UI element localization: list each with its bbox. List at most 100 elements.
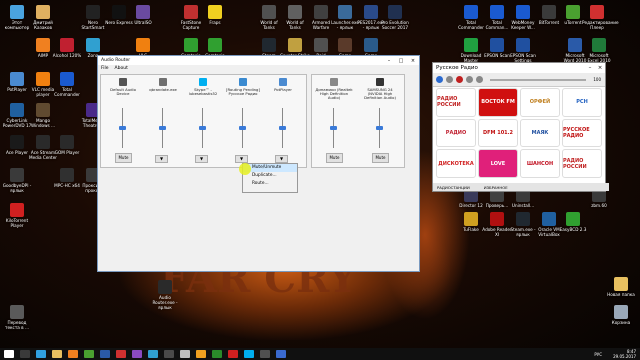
- taskbar-app-icon[interactable]: [164, 350, 174, 358]
- shortcut-label: Uninstall...: [511, 203, 535, 208]
- volume-thumb[interactable]: [330, 126, 337, 130]
- taskbar-app-icon[interactable]: [276, 350, 286, 358]
- menu-item-duplicate[interactable]: Duplicate...: [243, 172, 297, 180]
- station-logo[interactable]: ОРФЕЙ: [520, 88, 560, 117]
- taskbar-app-icon[interactable]: [260, 350, 270, 358]
- desktop-shortcut[interactable]: Новая папка: [606, 277, 636, 297]
- close-icon[interactable]: ×: [595, 65, 605, 71]
- desktop-shortcut[interactable]: Total Commander: [52, 72, 82, 97]
- shortcut-label: Дмитрий Казаков: [33, 20, 53, 30]
- taskbar-app-icon[interactable]: [180, 350, 190, 358]
- desktop-shortcut[interactable]: GoodbyeDPI - ярлык: [2, 168, 32, 193]
- app-icon: [60, 168, 74, 182]
- volume-thumb[interactable]: [279, 126, 286, 130]
- radio-title-bar[interactable]: Русское Радио – ×: [433, 63, 605, 73]
- tab-stations[interactable]: РАДИОСТАНЦИИ: [437, 185, 470, 190]
- volume-thumb[interactable]: [159, 126, 166, 130]
- app-icon: [464, 212, 478, 226]
- desktop-shortcut[interactable]: GOM Player: [52, 135, 82, 155]
- taskbar-app-icon[interactable]: [244, 350, 254, 358]
- app-icon: [36, 135, 50, 149]
- maximize-icon[interactable]: □: [395, 58, 407, 64]
- device-label: Динамики (Realtek High Definition Audio): [315, 87, 353, 101]
- shortcut-label: GOM Player: [54, 150, 80, 155]
- stop-icon[interactable]: [446, 76, 453, 83]
- desktop-shortcut[interactable]: KiloTorrent Player: [2, 203, 32, 228]
- mute-button[interactable]: Mute: [326, 153, 343, 163]
- taskbar-app-icon[interactable]: [148, 350, 158, 358]
- desktop-shortcut[interactable]: Редактирование Плеер: [582, 5, 619, 30]
- taskbar-app-icon[interactable]: [212, 350, 222, 358]
- desktop-shortcut[interactable]: UltraISO: [128, 5, 158, 25]
- taskbar-app-icon[interactable]: [132, 350, 142, 358]
- route-dropdown[interactable]: ▼: [195, 155, 208, 163]
- volume-slider[interactable]: [490, 78, 587, 81]
- taskbar-app-icon[interactable]: [20, 350, 30, 358]
- app-icon: [10, 103, 24, 117]
- taskbar-app-icon[interactable]: [68, 350, 78, 358]
- desktop-shortcut[interactable]: Перевод текста в ...: [2, 305, 32, 330]
- volume-thumb[interactable]: [376, 126, 383, 130]
- taskbar-app-icon[interactable]: [36, 350, 46, 358]
- app-icon: [86, 5, 100, 19]
- desktop-shortcut[interactable]: EPSON Scan Settings: [508, 38, 538, 63]
- station-logo[interactable]: LOVE: [478, 149, 518, 178]
- station-logo[interactable]: РАДИО: [436, 118, 476, 148]
- taskbar-app-icon[interactable]: [4, 350, 14, 358]
- mute-button[interactable]: Mute: [115, 153, 132, 163]
- app-icon: [338, 38, 352, 52]
- station-logo[interactable]: DFM 101.2: [478, 118, 518, 148]
- desktop-shortcut[interactable]: Fraps: [200, 5, 230, 25]
- prev-icon[interactable]: [466, 76, 473, 83]
- station-logo[interactable]: ШАНСОН: [520, 149, 560, 178]
- close-icon[interactable]: ×: [407, 58, 419, 64]
- menu-about[interactable]: About: [115, 66, 128, 71]
- volume-thumb[interactable]: [119, 126, 126, 130]
- volume-thumb[interactable]: [239, 126, 246, 130]
- route-dropdown[interactable]: ▼: [155, 155, 168, 163]
- taskbar-app-icon[interactable]: [52, 350, 62, 358]
- app-icon: [36, 38, 50, 52]
- route-dropdown[interactable]: ▼: [235, 155, 248, 163]
- station-logo[interactable]: ВОСТОК FM: [478, 88, 518, 117]
- taskbar-app-icon[interactable]: [84, 350, 94, 358]
- route-dropdown[interactable]: ▼: [275, 155, 288, 163]
- play-icon[interactable]: [436, 76, 443, 83]
- app-icon: [288, 38, 302, 52]
- minimize-icon[interactable]: –: [383, 58, 395, 64]
- desktop-shortcut[interactable]: Microsoft Excel 2010: [584, 38, 614, 63]
- desktop-shortcut[interactable]: Audio Router.exe - ярлык: [150, 280, 180, 310]
- device-label: PotPlayer: [274, 87, 292, 92]
- volume-thumb[interactable]: [199, 126, 206, 130]
- app-icon: [184, 38, 198, 52]
- clock-date[interactable]: 29.05.2017: [613, 354, 636, 359]
- taskbar-app-icon[interactable]: [196, 350, 206, 358]
- taskbar-app-icon[interactable]: [228, 350, 238, 358]
- system-tray: 8:47 29.05.2017: [613, 349, 636, 359]
- next-icon[interactable]: [476, 76, 483, 83]
- mute-button[interactable]: Mute: [372, 153, 389, 163]
- menu-item-route[interactable]: Route...: [243, 180, 297, 188]
- station-logo[interactable]: РУССКОЕ РАДИО: [562, 118, 602, 148]
- desktop-shortcut[interactable]: Pro Evolution Soccer 2017: [380, 5, 410, 30]
- language-indicator[interactable]: РУС: [594, 352, 602, 357]
- radio-window[interactable]: Русское Радио – × 100 РАДИО РОССИИ ВОСТОК…: [432, 62, 609, 192]
- station-logo[interactable]: МАЯК: [520, 118, 560, 148]
- desktop-shortcut[interactable]: Корзина: [606, 305, 636, 325]
- menu-file[interactable]: File: [101, 66, 109, 71]
- station-logo[interactable]: РАДИО РОССИИ: [562, 149, 602, 178]
- tab-favorites[interactable]: ИЗБРАННОЕ: [484, 185, 508, 190]
- desktop-shortcut[interactable]: Дмитрий Казаков: [28, 5, 58, 30]
- record-icon[interactable]: [456, 76, 463, 83]
- desktop-shortcut[interactable]: Mango Windows ...: [28, 103, 58, 128]
- desktop-shortcut[interactable]: EasyBCD 2.3: [558, 212, 588, 232]
- station-logo[interactable]: РСН: [562, 88, 602, 117]
- taskbar-app-icon[interactable]: [116, 350, 126, 358]
- station-logo[interactable]: РАДИО РОССИИ: [436, 88, 476, 117]
- taskbar-app-icon[interactable]: [100, 350, 110, 358]
- title-bar[interactable]: Audio Router – □ ×: [98, 56, 419, 65]
- station-logo[interactable]: ДИСКОТЕКА: [436, 149, 476, 178]
- minimize-icon[interactable]: –: [585, 65, 595, 71]
- app-icon: [10, 72, 24, 86]
- menu-item-mute-unmute[interactable]: Mute/Unmute: [243, 164, 297, 172]
